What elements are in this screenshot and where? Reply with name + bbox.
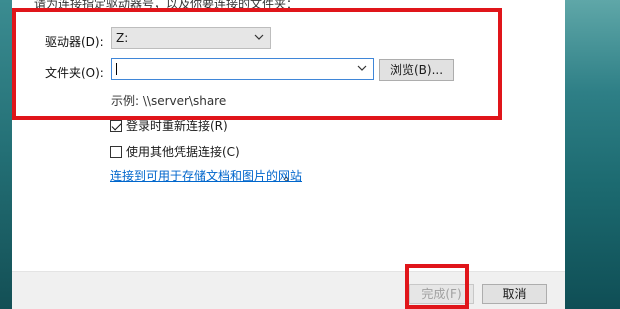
text-caret bbox=[116, 63, 117, 75]
chevron-down-icon[interactable] bbox=[356, 62, 368, 74]
cancel-button[interactable]: 取消 bbox=[482, 284, 547, 304]
browse-button[interactable]: 浏览(B)... bbox=[379, 59, 454, 81]
credentials-checkbox[interactable] bbox=[110, 145, 122, 158]
folder-combobox[interactable] bbox=[111, 58, 374, 80]
storage-website-link[interactable]: 连接到可用于存储文档和图片的网站 bbox=[110, 167, 302, 184]
drive-label: 驱动器(D): bbox=[45, 35, 104, 49]
desktop-background-left bbox=[0, 0, 12, 309]
drive-select[interactable]: Z: bbox=[111, 27, 271, 49]
reconnect-checkbox[interactable] bbox=[110, 119, 122, 132]
instruction-text: 请为连接指定驱动器号，以及你要连接的文件夹： bbox=[34, 0, 299, 11]
chevron-down-icon bbox=[254, 34, 264, 40]
credentials-label[interactable]: 使用其他凭据连接(C) bbox=[126, 143, 240, 160]
folder-label: 文件夹(O): bbox=[45, 66, 104, 80]
reconnect-checkbox-row[interactable]: 登录时重新连接(R) bbox=[110, 117, 228, 134]
map-network-drive-dialog: 请为连接指定驱动器号，以及你要连接的文件夹： 驱动器(D): Z: 文件夹(O)… bbox=[12, 0, 565, 309]
example-text: 示例: \\server\share bbox=[111, 94, 227, 108]
folder-input[interactable] bbox=[112, 59, 342, 79]
link-period: 。 bbox=[284, 169, 297, 183]
finish-button[interactable]: 完成(F) bbox=[409, 284, 474, 304]
credentials-checkbox-row[interactable]: 使用其他凭据连接(C) bbox=[110, 143, 240, 160]
reconnect-label[interactable]: 登录时重新连接(R) bbox=[126, 117, 228, 134]
drive-value: Z: bbox=[116, 31, 129, 45]
desktop-background-right bbox=[565, 0, 620, 309]
dialog-footer: 完成(F) 取消 bbox=[12, 271, 565, 309]
